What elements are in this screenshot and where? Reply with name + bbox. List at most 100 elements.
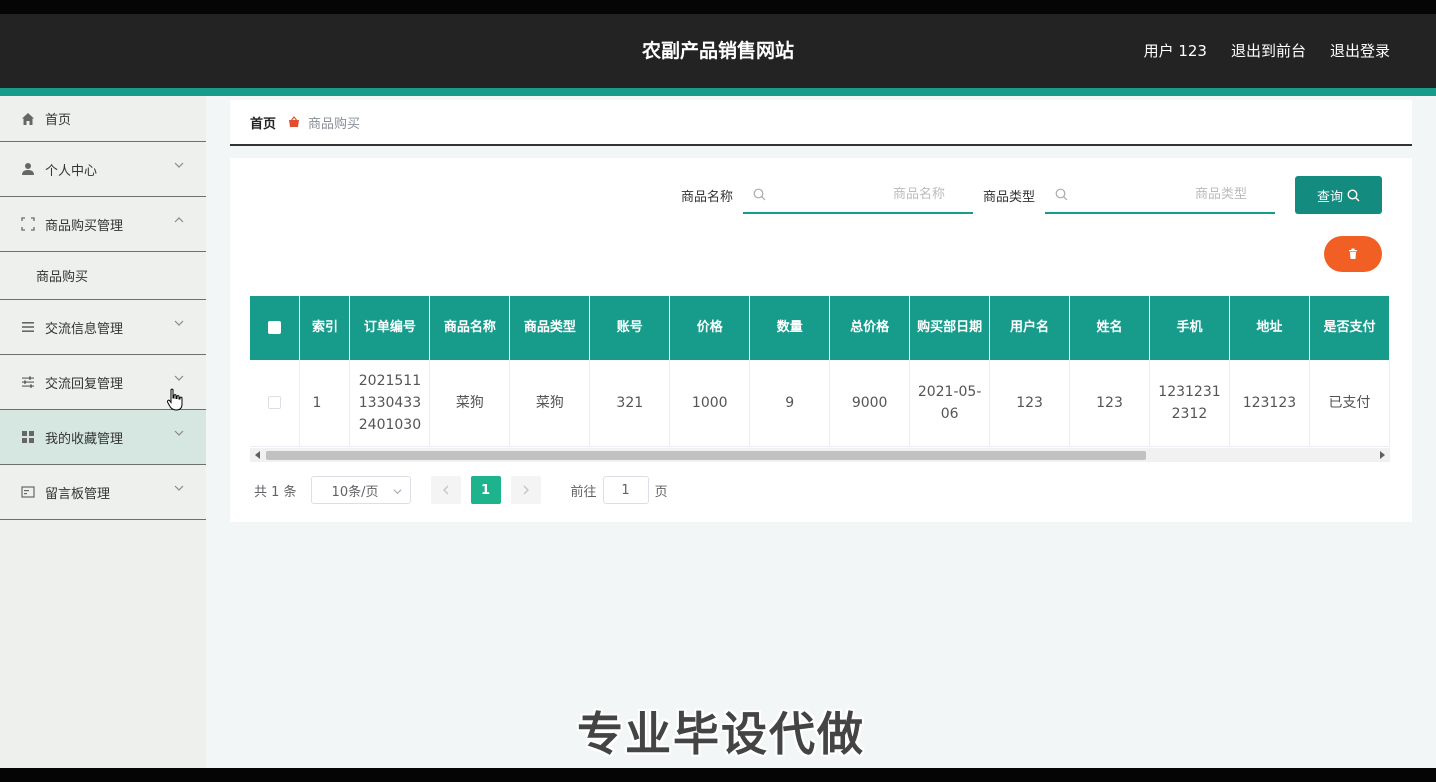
query-button-label: 查询 [1316,189,1343,205]
basket-icon [288,116,300,128]
main-content: 首页 商品购买 商品名称 商品类型 查询 [206,96,1436,768]
table-cell: 9 [749,360,831,447]
scan-frame-icon [20,216,36,232]
goto-label: 前往 [570,484,597,500]
table-row: 1 202151113304332401030 菜狗 菜狗 321 1000 9… [250,360,1390,447]
product-type-label: 商品类型 [982,189,1035,205]
table-cell: 123 [989,360,1071,447]
column-header: 姓名 [1069,296,1150,360]
page-size-value: 10条/页 [331,484,379,500]
table-cell: 12312312312 [1149,360,1230,447]
bottom-letterbox [0,768,1436,782]
product-name-input[interactable] [742,176,973,212]
message-card-icon [20,484,36,500]
header-nav: 用户 123 退出到前台 退出登录 [1144,40,1390,61]
pagination: 共 1 条 10条/页 1 前往 页 [254,476,668,504]
watermark-caption: 专业毕设代做 [577,707,865,761]
delete-button[interactable] [1324,236,1382,272]
search-bar: 商品名称 商品类型 查询 [681,176,1382,214]
breadcrumb-home[interactable]: 首页 [250,113,276,132]
row-checkbox[interactable] [268,396,282,410]
sidebar-item-home[interactable]: 首页 [0,96,206,142]
top-letterbox [0,0,1436,14]
table-cell: 9000 [829,360,911,447]
column-header: 价格 [669,296,751,360]
table-cell: 已支付 [1309,360,1390,447]
select-all-checkbox[interactable] [268,321,282,334]
breadcrumb-current: 商品购买 [308,116,361,132]
goto-page-input[interactable] [602,476,649,504]
sidebar-item-label: 留言板管理 [45,486,111,502]
table-cell: 菜狗 [429,360,511,447]
column-header: 商品类型 [509,296,591,360]
sidebar-item-personal-center[interactable]: 个人中心 [0,142,206,197]
table-cell: 123 [1069,360,1150,447]
row-select-cell [250,360,301,447]
user-icon [20,161,36,177]
column-header: 地址 [1229,296,1310,360]
table-cell: 123123 [1229,360,1310,447]
product-type-search [1045,176,1275,214]
sidebar-item-label: 首页 [45,113,72,128]
scroll-right-arrow-icon[interactable] [1380,451,1385,459]
chevron-down-icon [174,485,184,491]
column-header: 数量 [749,296,831,360]
column-header: 总价格 [829,296,911,360]
search-icon [1347,188,1360,201]
trash-icon [1349,248,1357,259]
table-header-row: 索引 订单编号 商品名称 商品类型 账号 价格 数量 总价格 购买部日期 用户名… [250,296,1390,360]
search-icon [753,188,766,201]
page-size-select[interactable]: 10条/页 [310,476,411,504]
sidebar-item-label: 商品购买 [36,270,89,285]
column-header: 购买部日期 [909,296,991,360]
app-header: 农副产品销售网站 用户 123 退出到前台 退出登录 [0,14,1436,88]
sidebar-item-label: 交流信息管理 [45,321,124,337]
scroll-left-arrow-icon[interactable] [255,451,260,459]
table-cell: 2021-05-06 [909,360,991,447]
user-link[interactable]: 用户 123 [1144,40,1207,61]
scrollbar-thumb[interactable] [266,451,1146,460]
column-header: 手机 [1149,296,1230,360]
sidebar-item-label: 交流回复管理 [45,376,124,392]
total-count: 共 1 条 [254,484,297,500]
table-cell: 202151113304332401030 [349,360,431,447]
product-type-input[interactable] [1045,176,1275,212]
sidebar-item-favorites[interactable]: 我的收藏管理 [0,410,206,465]
product-name-label: 商品名称 [680,189,733,205]
sidebar-item-purchase-management[interactable]: 商品购买管理 [0,197,206,252]
next-page-button[interactable] [510,476,541,504]
data-table: 索引 订单编号 商品名称 商品类型 账号 价格 数量 总价格 购买部日期 用户名… [250,296,1390,447]
sidebar-item-label: 我的收藏管理 [45,431,124,447]
grid-icon [20,429,36,445]
column-header: 索引 [299,296,351,360]
logout-link[interactable]: 退出登录 [1330,40,1390,61]
chevron-up-icon [174,217,184,223]
product-name-search [742,176,973,214]
chevron-down-icon [174,162,184,168]
sidebar-item-label: 个人中心 [45,163,98,179]
table-cell: 321 [589,360,671,447]
chevron-down-icon [174,430,184,436]
home-icon [20,111,36,127]
column-header: 账号 [589,296,671,360]
sidebar-item-label: 商品购买管理 [45,218,124,234]
sidebar-subitem-purchase[interactable]: 商品购买 [0,252,206,300]
sidebar-item-exchange-info[interactable]: 交流信息管理 [0,300,206,355]
horizontal-scrollbar[interactable] [250,448,1390,462]
list-icon [20,319,36,335]
page-unit-label: 页 [654,484,668,500]
select-all-header [250,296,301,360]
search-icon [1055,188,1068,201]
prev-page-button[interactable] [430,476,461,504]
breadcrumb: 首页 商品购买 [230,100,1412,146]
query-button[interactable]: 查询 [1295,176,1382,214]
exit-to-front-link[interactable]: 退出到前台 [1231,40,1306,61]
page-number-button[interactable]: 1 [470,476,501,504]
table-cell: 菜狗 [509,360,591,447]
sidebar-item-message-board[interactable]: 留言板管理 [0,465,206,520]
purchase-list-card: 商品名称 商品类型 查询 [230,158,1412,522]
chevron-right-icon [523,485,529,495]
chevron-down-icon [393,489,402,495]
table-cell: 1000 [669,360,751,447]
column-header: 用户名 [989,296,1071,360]
